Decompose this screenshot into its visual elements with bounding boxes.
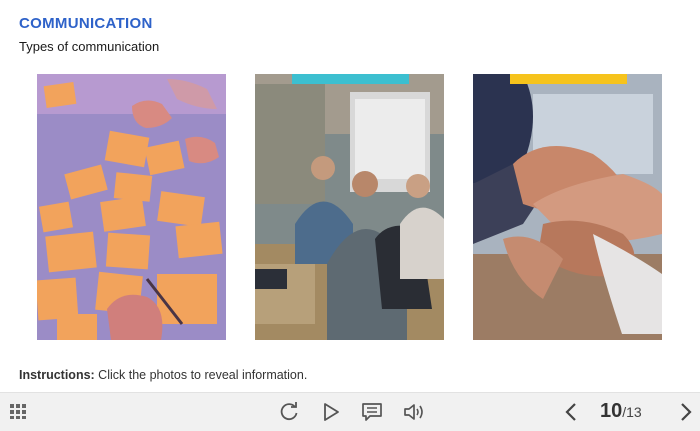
photo-accent-bar (292, 74, 409, 84)
photo-accent-bar (510, 74, 627, 84)
current-page: 10 (600, 400, 623, 422)
sticky-notes-photo[interactable] (37, 74, 226, 340)
next-arrow-icon[interactable] (674, 401, 696, 423)
play-icon[interactable] (320, 401, 342, 423)
replay-icon[interactable] (278, 401, 300, 423)
menu-grid-icon[interactable] (9, 401, 31, 423)
volume-icon[interactable] (403, 401, 425, 423)
instructions-label: Instructions: (19, 368, 95, 382)
total-pages: /13 (622, 404, 642, 420)
transcript-icon[interactable] (361, 401, 383, 423)
office-meeting-photo[interactable] (255, 74, 444, 340)
slide-subtitle: Types of communication (19, 39, 160, 54)
player-toolbar: 10/13 (0, 392, 700, 431)
stacked-hands-photo[interactable] (473, 74, 662, 340)
slide: COMMUNICATION Types of communication Ins… (0, 0, 700, 392)
instructions: Instructions: Click the photos to reveal… (19, 368, 307, 382)
prev-arrow-icon[interactable] (561, 401, 583, 423)
instructions-text: Click the photos to reveal information. (94, 368, 308, 382)
slide-title: COMMUNICATION (19, 15, 153, 32)
page-counter: 10/13 (600, 400, 642, 423)
